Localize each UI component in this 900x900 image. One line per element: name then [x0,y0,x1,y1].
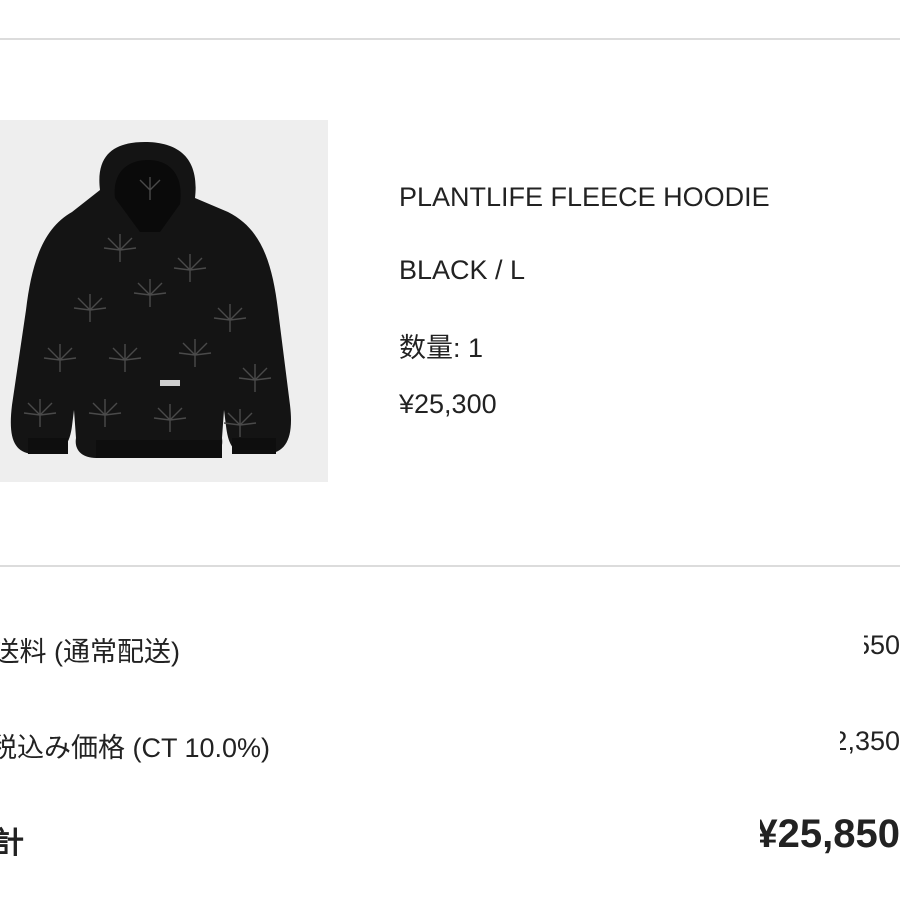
top-divider [0,38,900,40]
total-value: ¥25,850 [760,812,900,856]
tax-label: 税込み価格 (CT 10.0%) [0,733,270,763]
product-name[interactable]: PLANTLIFE FLEECE HOODIE [399,182,770,213]
tax-row: 税込み価格 (CT 10.0%) ¥2,350 [0,726,900,766]
product-quantity: 数量: 1 [399,333,484,363]
total-label: 合計 [0,827,24,860]
total-row: 合計 ¥25,850 [0,812,900,860]
shipping-row: 送料 (通常配送) ¥550 [0,630,900,670]
product-image[interactable] [0,120,328,482]
shipping-label: 送料 (通常配送) [0,637,180,667]
product-variant: BLACK / L [399,255,526,285]
tax-value: ¥2,350 [840,726,900,756]
hoodie-image-icon [10,142,292,458]
shipping-value: ¥550 [864,630,900,660]
summary-divider [0,565,900,567]
product-price: ¥25,300 [399,389,497,419]
